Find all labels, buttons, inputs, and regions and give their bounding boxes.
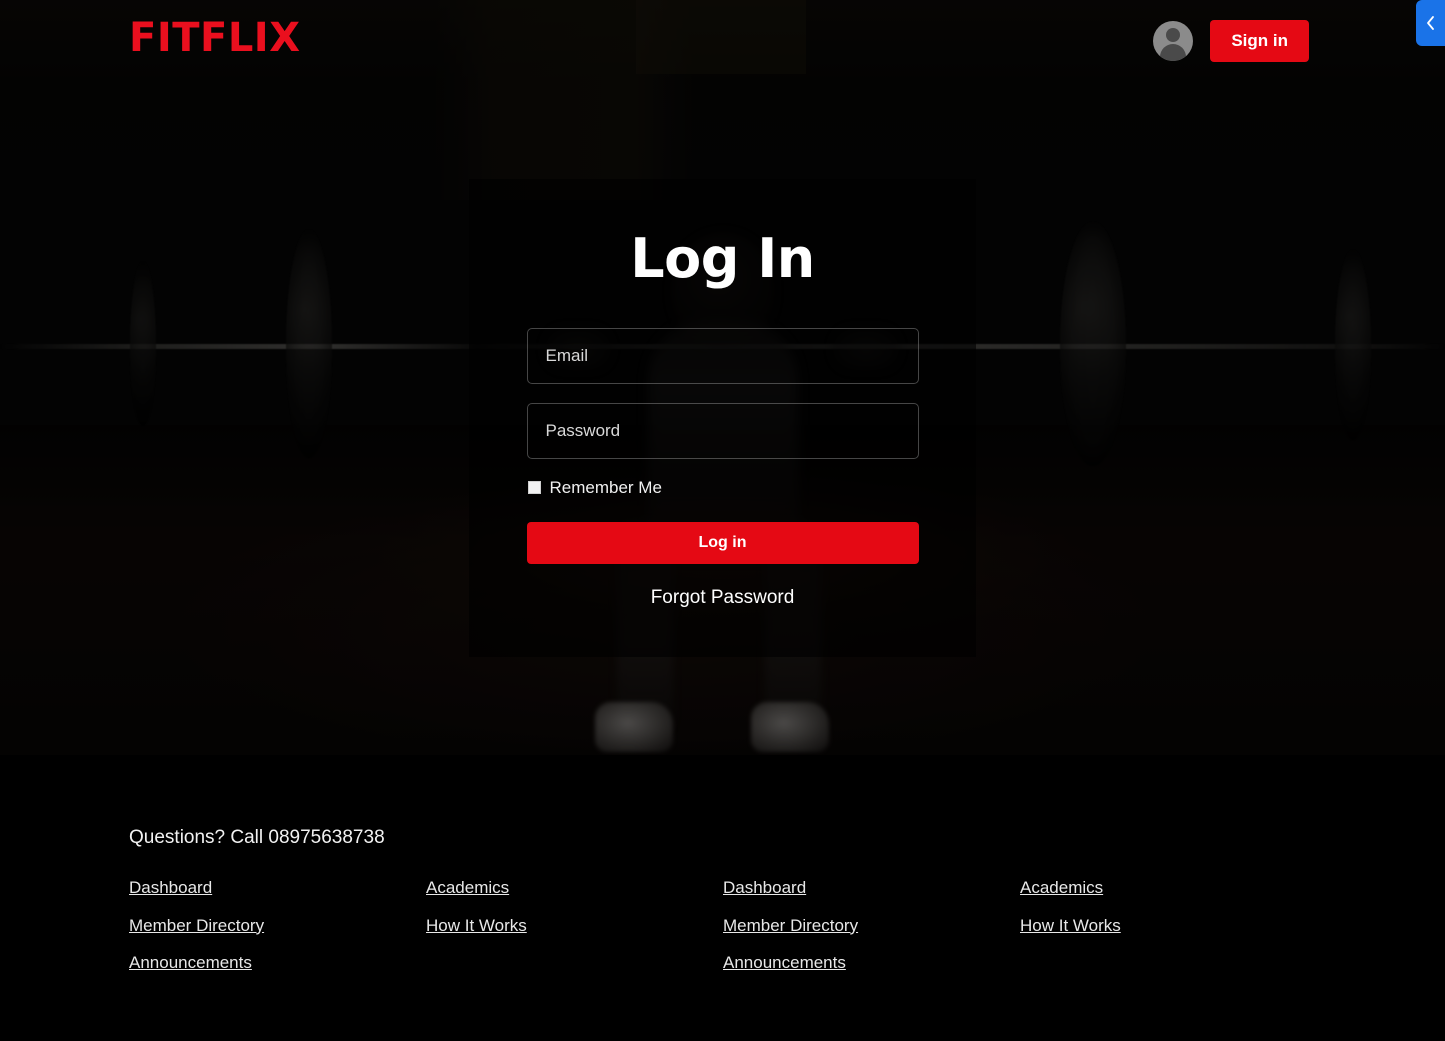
footer-link-dashboard[interactable]: Dashboard bbox=[129, 878, 212, 898]
brand-logo[interactable]: FITFLIX bbox=[129, 18, 301, 58]
sign-in-button[interactable]: Sign in bbox=[1210, 20, 1309, 62]
avatar-head-shape bbox=[1166, 27, 1181, 42]
footer-link-academics[interactable]: Academics bbox=[1020, 878, 1103, 898]
remember-me-checkbox[interactable] bbox=[527, 481, 541, 495]
footer-column: Dashboard Member Directory Announcements bbox=[723, 878, 1020, 973]
footer: Questions? Call 08975638738 Dashboard Me… bbox=[0, 755, 1445, 1041]
top-navbar: FITFLIX Sign in bbox=[0, 0, 1445, 84]
email-field[interactable] bbox=[526, 327, 919, 384]
footer-link-member-directory[interactable]: Member Directory bbox=[129, 916, 264, 936]
navbar-right-group: Sign in bbox=[1153, 20, 1309, 62]
remember-me-label: Remember Me bbox=[549, 477, 662, 497]
footer-link-academics[interactable]: Academics bbox=[426, 878, 509, 898]
footer-link-announcements[interactable]: Announcements bbox=[723, 953, 846, 973]
footer-link-dashboard[interactable]: Dashboard bbox=[723, 878, 806, 898]
avatar-body-shape bbox=[1160, 43, 1187, 61]
remember-me-row: Remember Me bbox=[527, 478, 919, 498]
login-submit-button[interactable]: Log in bbox=[526, 522, 919, 565]
side-panel-toggle[interactable] bbox=[1416, 0, 1445, 46]
user-avatar-icon[interactable] bbox=[1153, 20, 1194, 61]
footer-link-columns: Dashboard Member Directory Announcements… bbox=[129, 878, 1319, 973]
forgot-password-link[interactable]: Forgot Password bbox=[469, 587, 976, 609]
footer-column: Academics How It Works bbox=[1020, 878, 1317, 973]
chevron-left-icon bbox=[1425, 15, 1436, 31]
footer-link-how-it-works[interactable]: How It Works bbox=[426, 916, 527, 936]
password-field[interactable] bbox=[526, 402, 919, 459]
page-title: Log In bbox=[630, 227, 815, 290]
footer-link-announcements[interactable]: Announcements bbox=[129, 953, 252, 973]
footer-column: Dashboard Member Directory Announcements bbox=[129, 878, 426, 973]
footer-link-how-it-works[interactable]: How It Works bbox=[1020, 916, 1121, 936]
footer-column: Academics How It Works bbox=[426, 878, 723, 973]
footer-link-member-directory[interactable]: Member Directory bbox=[723, 916, 858, 936]
login-page: FITFLIX Sign in Log In Remember Me Log i… bbox=[0, 0, 1445, 1041]
footer-phone-text: Questions? Call 08975638738 bbox=[129, 827, 385, 848]
login-card: Log In Remember Me Log in Forgot Passwor… bbox=[469, 179, 976, 657]
